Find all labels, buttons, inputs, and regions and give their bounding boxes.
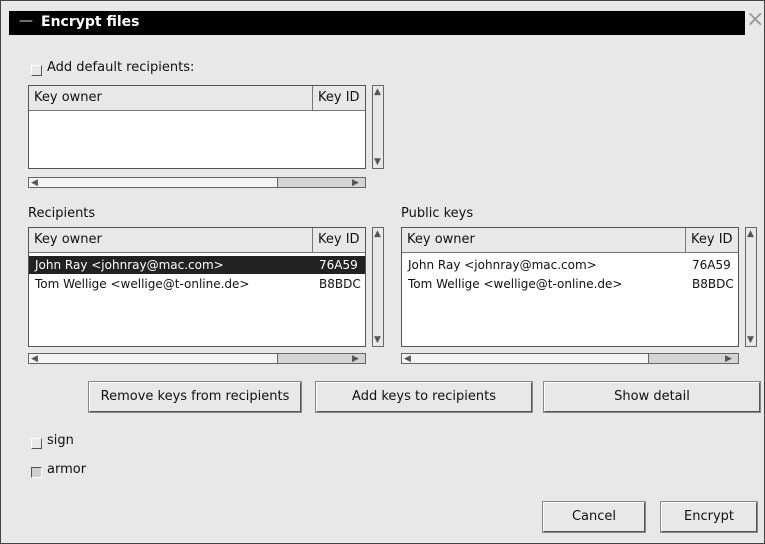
- scroll-right-icon[interactable]: ▶: [725, 354, 732, 364]
- close-icon[interactable]: ×: [746, 9, 764, 31]
- scroll-right-icon[interactable]: ▶: [352, 178, 359, 188]
- armor-checkbox[interactable]: [31, 467, 42, 478]
- scroll-down-icon[interactable]: ▼: [747, 335, 754, 345]
- show-detail-button[interactable]: Show detail: [543, 381, 761, 413]
- window-menu-icon[interactable]: —: [19, 13, 33, 29]
- sign-checkbox[interactable]: [31, 438, 42, 449]
- cancel-button[interactable]: Cancel: [542, 501, 646, 533]
- table-row[interactable]: John Ray <johnray@mac.com> 76A59: [402, 256, 738, 274]
- scroll-down-icon[interactable]: ▼: [374, 157, 381, 167]
- armor-label: armor: [47, 462, 87, 477]
- scroll-right-icon[interactable]: ▶: [352, 354, 359, 364]
- add-keys-button[interactable]: Add keys to recipients: [315, 381, 533, 413]
- public-keys-label: Public keys: [401, 206, 474, 221]
- column-header-key-id[interactable]: Key ID: [686, 228, 738, 252]
- recipients-hscroll[interactable]: ◀ ▶: [28, 353, 366, 364]
- column-header-key-id[interactable]: Key ID: [313, 86, 365, 110]
- scroll-up-icon[interactable]: ▲: [374, 229, 381, 239]
- encrypt-button[interactable]: Encrypt: [660, 501, 758, 533]
- column-header-key-owner[interactable]: Key owner: [29, 228, 313, 252]
- title-bar[interactable]: — Encrypt files: [9, 11, 745, 35]
- table-row[interactable]: Tom Wellige <wellige@t-online.de> B8BDC: [402, 275, 738, 293]
- scroll-down-icon[interactable]: ▼: [374, 335, 381, 345]
- table-row[interactable]: John Ray <johnray@mac.com> 76A59: [29, 256, 365, 274]
- recipients-list[interactable]: Key owner Key ID John Ray <johnray@mac.c…: [28, 227, 366, 347]
- public-keys-hscroll[interactable]: ◀ ▶: [401, 353, 739, 364]
- scroll-left-icon[interactable]: ◀: [31, 178, 38, 188]
- remove-keys-button[interactable]: Remove keys from recipients: [88, 381, 302, 413]
- scroll-up-icon[interactable]: ▲: [747, 229, 754, 239]
- default-recipients-vscroll[interactable]: ▲ ▼: [372, 85, 384, 169]
- public-keys-list[interactable]: Key owner Key ID John Ray <johnray@mac.c…: [401, 227, 739, 347]
- column-header-key-owner[interactable]: Key owner: [29, 86, 313, 110]
- recipients-vscroll[interactable]: ▲ ▼: [372, 227, 384, 347]
- public-keys-vscroll[interactable]: ▲ ▼: [745, 227, 757, 347]
- window-title: Encrypt files: [41, 14, 140, 30]
- add-default-recipients-checkbox[interactable]: [31, 65, 42, 76]
- encrypt-files-dialog: — Encrypt files × Add default recipients…: [0, 0, 765, 544]
- scroll-up-icon[interactable]: ▲: [374, 87, 381, 97]
- sign-label: sign: [47, 433, 74, 448]
- default-recipients-list[interactable]: Key owner Key ID: [28, 85, 366, 169]
- scroll-left-icon[interactable]: ◀: [404, 354, 411, 364]
- column-header-key-owner[interactable]: Key owner: [402, 228, 686, 252]
- add-default-recipients-label: Add default recipients:: [47, 60, 195, 75]
- default-recipients-hscroll[interactable]: ◀ ▶: [28, 177, 366, 188]
- recipients-label: Recipients: [28, 206, 96, 221]
- table-row[interactable]: Tom Wellige <wellige@t-online.de> B8BDC: [29, 275, 365, 293]
- scroll-left-icon[interactable]: ◀: [31, 354, 38, 364]
- column-header-key-id[interactable]: Key ID: [313, 228, 365, 252]
